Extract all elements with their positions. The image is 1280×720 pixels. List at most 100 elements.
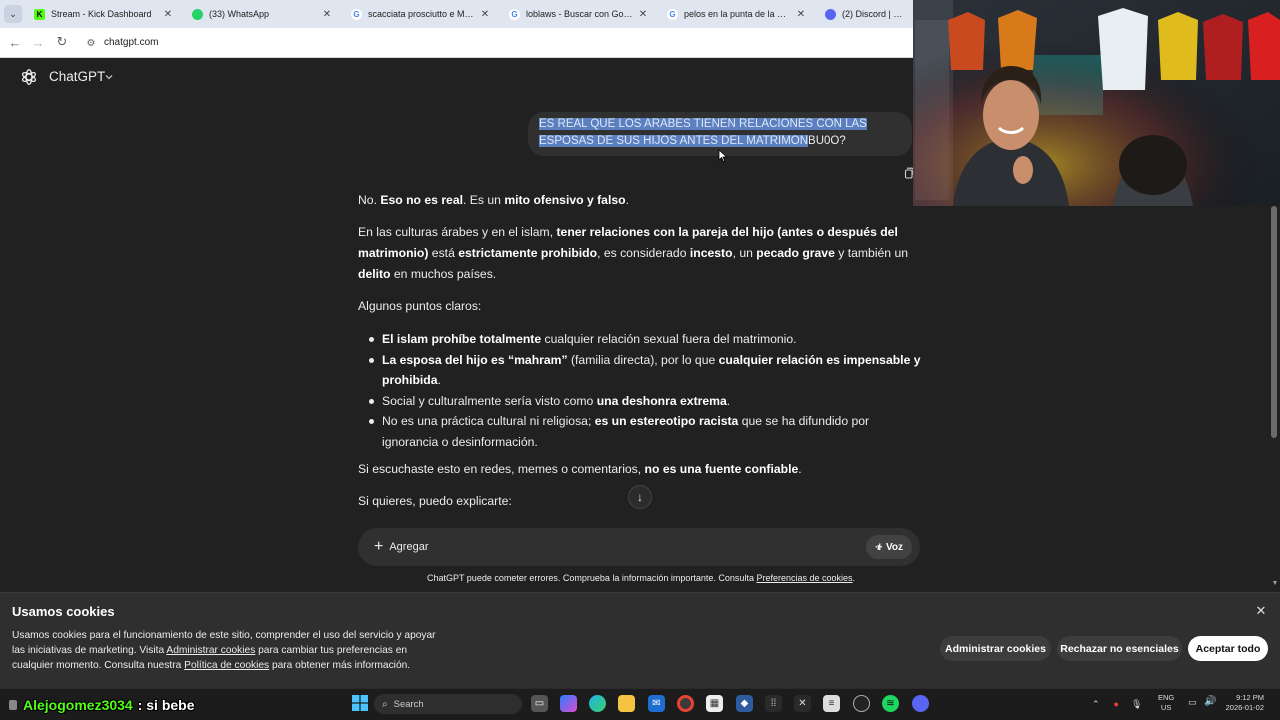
scrollbar-down-arrow-icon[interactable]: ▼ <box>1270 580 1280 590</box>
tab-close-icon[interactable]: ✕ <box>321 9 333 20</box>
capcut-icon[interactable]: ✕ <box>794 695 811 712</box>
text: . <box>852 573 856 583</box>
message-text: BU0O? <box>808 135 846 147</box>
tab-google-loblaws[interactable]: G loblaws - Buscar con Google ✕ <box>501 0 657 28</box>
task-view-icon[interactable]: ▭ <box>531 695 548 712</box>
scrollbar-thumb[interactable] <box>1271 206 1277 438</box>
text: cualquier relación sexual fuera del matr… <box>541 332 797 346</box>
tab-discord[interactable]: (2) Discord | #genera <box>817 0 913 28</box>
tab-close-icon[interactable]: ✕ <box>795 9 807 20</box>
answer-paragraph: Si escuchaste esto en redes, memes o com… <box>358 459 924 480</box>
clock[interactable]: 9:12 PM 2026-01-02 <box>1220 693 1264 713</box>
region-code: US <box>1160 703 1172 712</box>
add-label: Agregar <box>389 541 429 553</box>
search-placeholder: Search <box>393 698 424 710</box>
language-indicator[interactable]: ENG US <box>1158 693 1174 713</box>
tab-google-scacciata[interactable]: G scacciata prosciutto e MOZZAR ✕ <box>343 0 499 28</box>
bold-text: pecado grave <box>756 246 835 260</box>
model-selector[interactable]: ChatGPT <box>49 69 105 84</box>
bold-text: es un estereotipo racista <box>594 414 739 428</box>
obs-icon[interactable] <box>853 695 870 712</box>
tab-kick-dashboard[interactable]: K Stream - Kick Dashboard ✕ <box>26 0 182 28</box>
apps-grid-icon[interactable]: ⁞⁞ <box>765 695 782 712</box>
openai-logo-icon[interactable] <box>20 68 38 86</box>
google-favicon-icon: G <box>667 8 678 20</box>
discord-icon[interactable] <box>912 695 929 712</box>
date: 2026-01-02 <box>1225 703 1264 712</box>
accept-all-button[interactable]: Aceptar todo <box>1188 636 1268 661</box>
voice-mode-button[interactable]: ·ıl· Voz <box>866 535 912 559</box>
text: No es una práctica cultural ni religiosa… <box>382 414 595 428</box>
message-composer[interactable] <box>358 528 920 566</box>
assistant-message: No. Eso no es real. Es un mito ofensivo … <box>358 190 924 512</box>
webcam-video <box>913 0 1280 206</box>
network-icon[interactable]: ▭ <box>1188 697 1197 708</box>
bold-text: Eso no es real <box>380 193 463 207</box>
cookie-policy-link[interactable]: Política de cookies <box>184 660 269 671</box>
bold-text: delito <box>358 267 391 281</box>
kick-favicon-icon: K <box>34 8 45 20</box>
tab-close-icon[interactable]: ✕ <box>637 9 649 20</box>
tray-app-icon[interactable]: ● <box>1114 699 1119 709</box>
chat-badge-icon <box>9 700 17 710</box>
manage-cookies-button[interactable]: Administrar cookies <box>940 636 1051 661</box>
app-icon[interactable]: ◆ <box>736 695 753 712</box>
close-icon[interactable]: ✕ <box>1254 604 1268 618</box>
cookie-banner-text: Usamos cookies para el funcionamiento de… <box>12 628 442 673</box>
text: . <box>437 373 441 387</box>
microphone-icon[interactable]: 🎙 <box>1131 699 1142 710</box>
address-bar[interactable]: chatgpt.com <box>104 36 158 49</box>
manage-cookies-link[interactable]: Administrar cookies <box>166 645 255 656</box>
tab-label: pelos en la punta de la nariz - B <box>684 9 791 19</box>
chevron-down-icon[interactable] <box>104 72 114 82</box>
tab-label: (33) WhatsApp <box>209 9 270 19</box>
list-item: No es una práctica cultural ni religiosa… <box>369 411 924 452</box>
reload-icon[interactable]: ↻ <box>53 33 71 51</box>
list-item: Social y culturalmente sería visto como … <box>369 391 924 412</box>
text: ChatGPT puede cometer errores. Comprueba… <box>426 573 757 583</box>
notepad-icon[interactable]: ≡ <box>823 695 840 712</box>
tab-whatsapp[interactable]: (33) WhatsApp ✕ <box>184 0 341 28</box>
tab-close-icon[interactable]: ✕ <box>162 9 174 20</box>
back-arrow-icon[interactable]: ← <box>6 33 24 51</box>
forward-arrow-icon[interactable]: → <box>29 33 47 51</box>
system-tray: ⌃ ● 🎙 <box>1092 694 1142 714</box>
spotify-icon[interactable]: ≋ <box>882 695 899 712</box>
scroll-to-bottom-arrow-icon[interactable]: ↓ <box>628 485 652 509</box>
tab-search-chevron-icon[interactable]: ⌄ <box>4 5 22 23</box>
file-explorer-icon[interactable] <box>618 695 635 712</box>
chat-message: : si bebe <box>137 697 195 713</box>
text: En las culturas árabes y en el islam, <box>358 225 557 239</box>
bold-text: La esposa del hijo es “mahram” <box>382 352 568 367</box>
windows-start-icon[interactable] <box>352 695 368 711</box>
text: Social y culturalmente sería visto como <box>382 393 597 408</box>
text: . <box>625 193 629 207</box>
tab-close-icon[interactable]: ✕ <box>479 9 491 20</box>
copilot-icon[interactable] <box>560 695 577 712</box>
add-attachment-button[interactable]: + Agregar <box>368 536 434 558</box>
cookie-preferences-link[interactable]: Preferencias de cookies <box>756 573 852 583</box>
edge-browser-icon[interactable] <box>589 695 606 712</box>
whatsapp-favicon-icon <box>192 8 203 20</box>
answer-paragraph: Algunos puntos claros: <box>358 299 482 313</box>
chevron-up-icon[interactable]: ⌃ <box>1092 699 1100 710</box>
reject-nonessential-button[interactable]: Rechazar no esenciales <box>1057 636 1182 661</box>
tab-label: scacciata prosciutto e MOZZAR <box>368 9 475 19</box>
bold-text: El islam prohíbe totalmente <box>382 332 542 346</box>
bold-text: no es una fuente confiable <box>644 462 799 476</box>
text: . Es un <box>463 193 505 207</box>
chrome-icon[interactable] <box>677 695 694 712</box>
taskbar-search[interactable]: ⌕ Search <box>374 694 522 714</box>
text: para obtener más información. <box>269 660 411 671</box>
text: y también un <box>834 246 909 260</box>
lang-code: ENG <box>1158 693 1175 702</box>
tab-google-pelos[interactable]: G pelos en la punta de la nariz - B ✕ <box>659 0 815 28</box>
site-info-icon[interactable]: ⚙ <box>84 36 98 50</box>
chat-username: Alejogomez3034 <box>23 697 133 713</box>
volume-icon[interactable]: 🔊 <box>1204 696 1216 707</box>
store-icon[interactable]: ▦ <box>706 695 723 712</box>
stream-chat-overlay: Alejogomez3034 : si bebe <box>6 697 195 713</box>
outlook-icon[interactable]: ✉ <box>648 695 665 712</box>
bold-text: una deshonra extrema <box>596 393 727 408</box>
text: . <box>726 393 731 408</box>
